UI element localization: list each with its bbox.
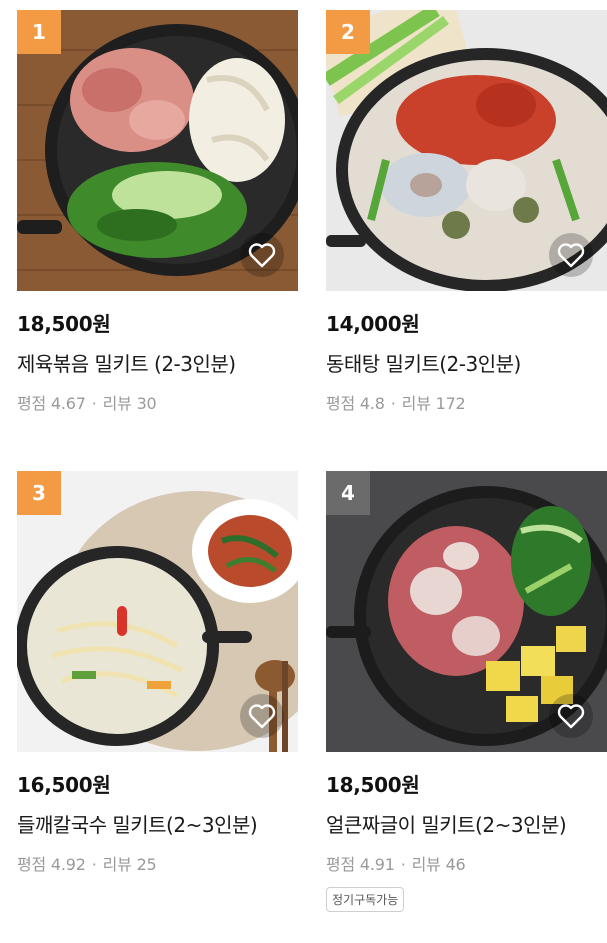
product-image-1[interactable]: 1 (17, 10, 298, 291)
rank-badge: 2 (326, 10, 370, 54)
rating-text: 평점 4.67 (17, 394, 86, 413)
product-image-4[interactable]: 4 (326, 471, 607, 752)
wishlist-button[interactable] (549, 233, 593, 277)
product-card-2[interactable]: 2 14,000원 동태탕 밀키트(2-3인분) 평점 4.8 · 리뷰 172 (326, 10, 607, 414)
rank-badge: 1 (17, 10, 61, 54)
review-count-text: 리뷰 25 (102, 855, 157, 874)
rank-badge: 3 (17, 471, 61, 515)
heart-outline-icon (248, 243, 276, 268)
heart-outline-icon (557, 243, 585, 268)
product-title[interactable]: 동태탕 밀키트(2-3인분) (326, 348, 607, 377)
product-price: 14,000원 (326, 312, 420, 336)
review-count-text: 리뷰 30 (102, 394, 157, 413)
review-count-text: 리뷰 46 (411, 855, 466, 874)
separator-dot: · (390, 394, 396, 413)
review-count-text: 리뷰 172 (401, 394, 466, 413)
product-meta: 평점 4.92 · 리뷰 25 (17, 851, 298, 875)
subscription-badge: 정기구독가능 (326, 887, 405, 912)
rating-text: 평점 4.91 (326, 855, 395, 874)
product-card-4[interactable]: 4 18,500원 얼큰짜글이 밀키트(2~3인분) 평점 4.91 · 리뷰 46… (326, 471, 607, 912)
rating-text: 평점 4.92 (17, 855, 86, 874)
separator-dot: · (91, 394, 97, 413)
separator-dot: · (91, 855, 97, 874)
product-title[interactable]: 들깨칼국수 밀키트(2~3인분) (17, 809, 298, 838)
separator-dot: · (400, 855, 406, 874)
rank-badge: 4 (326, 471, 370, 515)
wishlist-button[interactable] (549, 694, 593, 738)
product-image-2[interactable]: 2 (326, 10, 607, 291)
product-card-1[interactable]: 1 18,500원 제육볶음 밀키트 (2-3인분) 평점 4.67 · 리뷰 30 (17, 10, 298, 414)
product-title[interactable]: 얼큰짜글이 밀키트(2~3인분) (326, 809, 607, 838)
product-meta: 평점 4.8 · 리뷰 172 (326, 390, 607, 414)
product-price: 18,500원 (326, 773, 420, 797)
product-image-3[interactable]: 3 (17, 471, 298, 752)
rating-text: 평점 4.8 (326, 394, 385, 413)
heart-outline-icon (248, 704, 276, 729)
product-price: 16,500원 (17, 773, 111, 797)
product-price: 18,500원 (17, 312, 111, 336)
product-title[interactable]: 제육볶음 밀키트 (2-3인분) (17, 348, 298, 377)
product-meta: 평점 4.91 · 리뷰 46 (326, 851, 607, 875)
wishlist-button[interactable] (240, 694, 284, 738)
wishlist-button[interactable] (240, 233, 284, 277)
heart-outline-icon (557, 704, 585, 729)
product-card-3[interactable]: 3 16,500원 들깨칼국수 밀키트(2~3인분) 평점 4.92 · 리뷰 25 (17, 471, 298, 875)
product-meta: 평점 4.67 · 리뷰 30 (17, 390, 298, 414)
